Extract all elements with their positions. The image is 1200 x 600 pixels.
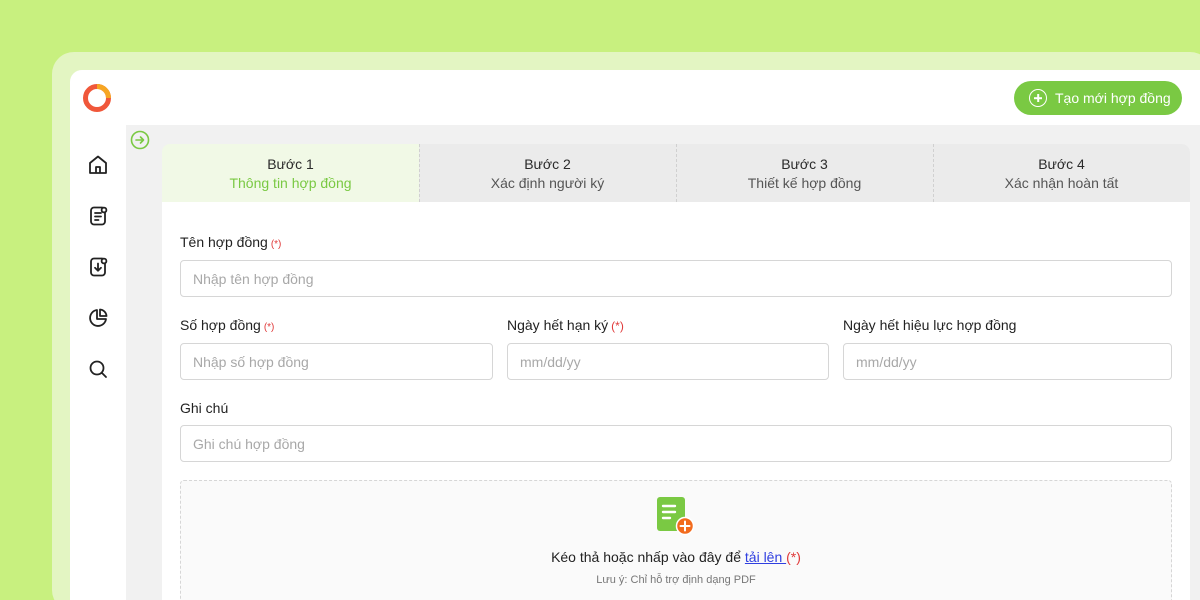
file-dropzone[interactable]: Kéo thả hoặc nhấp vào đây để tải lên (*)… (180, 480, 1172, 600)
step-tab-1[interactable]: Bước 1 Thông tin hợp đồng (162, 144, 419, 202)
top-bar: Tạo mới hợp đồng (70, 70, 1200, 125)
required-marker: (*) (270, 239, 282, 250)
step-tab-4[interactable]: Bước 4 Xác nhận hoàn tất (933, 144, 1190, 202)
contract-name-input[interactable] (180, 260, 1172, 297)
note-input[interactable] (180, 425, 1172, 462)
step-number: Bước 1 (267, 155, 314, 172)
step-title: Xác định người ký (490, 174, 605, 191)
home-icon[interactable] (86, 153, 110, 177)
step-tabs: Bước 1 Thông tin hợp đồng Bước 2 Xác địn… (162, 144, 1190, 202)
note-label: Ghi chú (180, 400, 229, 416)
dropzone-instruction: Kéo thả hoặc nhấp vào đây để (551, 549, 745, 565)
required-marker: (*) (263, 322, 275, 333)
signing-deadline-label-text: Ngày hết hạn ký (507, 317, 609, 333)
required-marker: (*) (611, 319, 624, 333)
dropzone-note: Lưu ý: Chỉ hỗ trợ định dạng PDF (596, 574, 756, 586)
step-title: Thiết kế hợp đồng (747, 174, 862, 191)
sidebar (70, 125, 126, 600)
expiry-date-label: Ngày hết hiệu lực hợp đồng (843, 317, 1017, 333)
document-download-icon[interactable] (86, 255, 110, 279)
create-contract-button[interactable]: Tạo mới hợp đồng (1014, 81, 1182, 115)
add-document-icon (657, 497, 695, 536)
step-title: Thông tin hợp đồng (229, 174, 352, 191)
contract-number-label-text: Số hợp đồng (180, 317, 261, 333)
step-tab-3[interactable]: Bước 3 Thiết kế hợp đồng (676, 144, 933, 202)
step-number: Bước 2 (524, 155, 571, 172)
step-tab-2[interactable]: Bước 2 Xác định người ký (419, 144, 676, 202)
dropzone-text: Kéo thả hoặc nhấp vào đây để tải lên (*) (181, 549, 1171, 565)
contract-name-label: Tên hợp đồng (*) (180, 234, 281, 250)
expand-sidebar-icon[interactable] (128, 128, 152, 152)
signing-deadline-label: Ngày hết hạn ký (*) (507, 317, 624, 333)
create-contract-label: Tạo mới hợp đồng (1055, 90, 1171, 106)
upload-link[interactable]: tải lên (745, 549, 786, 565)
contract-number-input[interactable] (180, 343, 493, 380)
expiry-date-input[interactable] (843, 343, 1172, 380)
contract-name-label-text: Tên hợp đồng (180, 234, 268, 250)
search-icon[interactable] (86, 357, 110, 381)
document-list-icon[interactable] (86, 204, 110, 228)
step-number: Bước 3 (781, 155, 828, 172)
step-title: Xác nhận hoàn tất (1004, 174, 1119, 191)
signing-deadline-input[interactable] (507, 343, 829, 380)
step-number: Bước 4 (1038, 155, 1085, 172)
plus-circle-icon (1029, 89, 1047, 107)
pie-chart-icon[interactable] (86, 306, 110, 330)
contract-number-label: Số hợp đồng (*) (180, 317, 274, 333)
required-marker: (*) (786, 549, 801, 565)
app-window: Tạo mới hợp đồng Bước 1 Thông tin hợp đồ… (70, 70, 1200, 600)
logo-icon (83, 84, 111, 112)
main-content: Bước 1 Thông tin hợp đồng Bước 2 Xác địn… (162, 144, 1190, 600)
